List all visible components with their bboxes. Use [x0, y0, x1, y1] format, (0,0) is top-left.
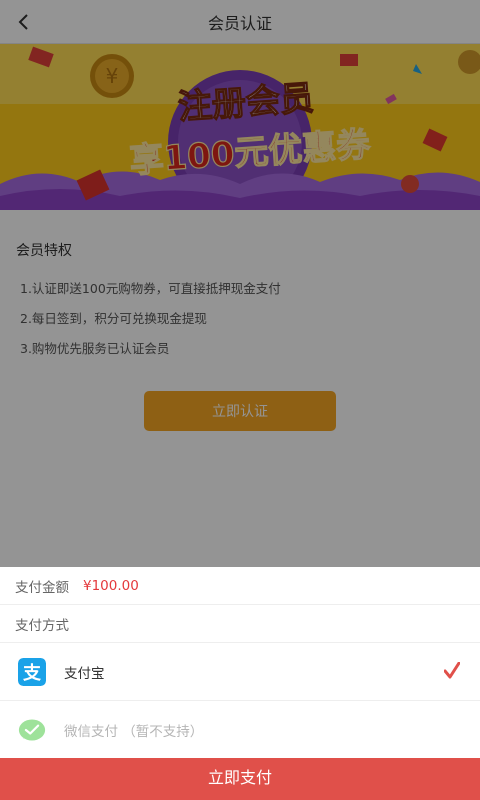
pay-now-button[interactable]: 立即支付: [0, 758, 480, 800]
checkmark-icon: [444, 662, 460, 679]
payment-method-label: 支付方式: [15, 617, 69, 634]
pay-option-alipay[interactable]: 支 支付宝: [0, 643, 480, 701]
wechat-pay-icon: [18, 719, 46, 740]
pay-option-wechat[interactable]: 微信支付 （暂不支持）: [0, 701, 480, 759]
payment-method-row: 支付方式: [0, 605, 480, 643]
amount-row: 支付金额 ¥100.00: [0, 567, 480, 605]
svg-text:支: 支: [22, 662, 42, 684]
amount-value: ¥100.00: [83, 577, 139, 594]
payment-sheet: 支付金额 ¥100.00 支付方式 支 支付宝 微信支付 （暂不支持） 立即支付: [0, 567, 480, 800]
alipay-icon: 支: [18, 657, 46, 686]
amount-label: 支付金额: [15, 579, 69, 596]
alipay-label: 支付宝: [64, 665, 105, 682]
wechat-pay-label: 微信支付 （暂不支持）: [64, 723, 204, 740]
